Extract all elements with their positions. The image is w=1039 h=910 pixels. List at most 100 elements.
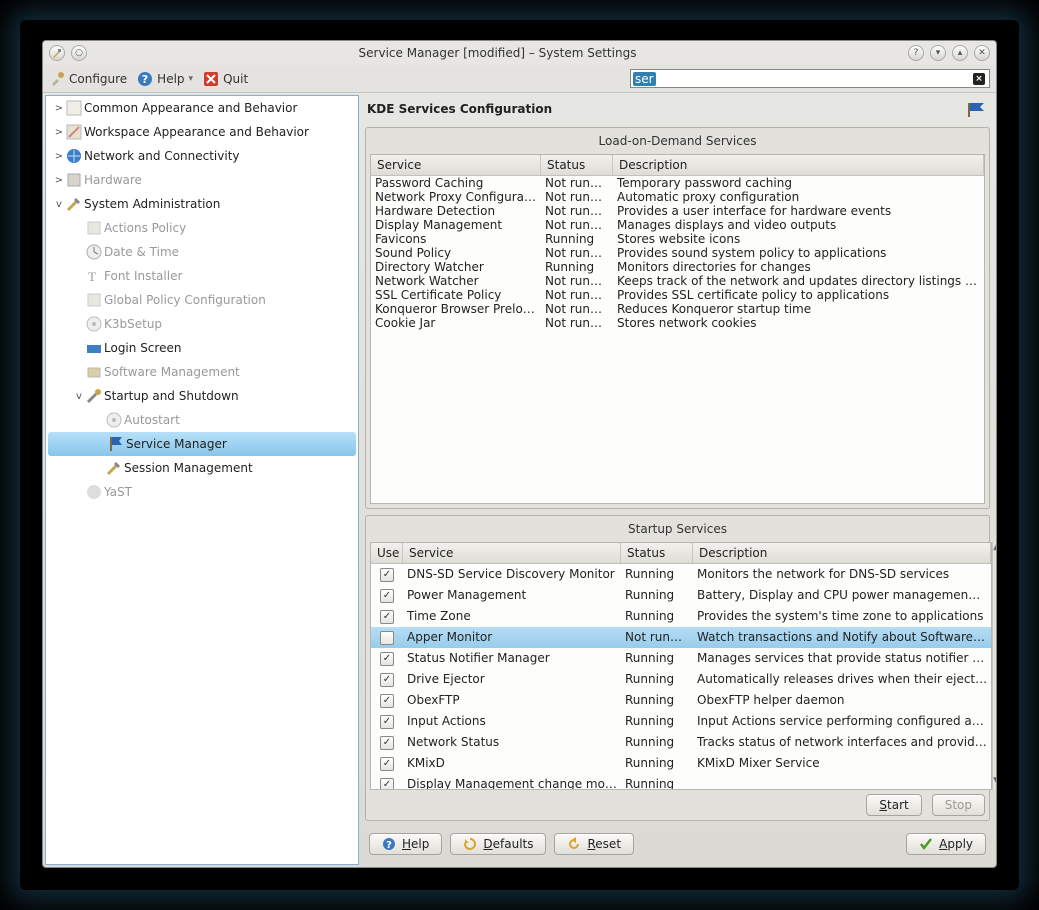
- startup-icon: [84, 386, 104, 406]
- table-row[interactable]: Network Proxy ConfigurationNot runningAu…: [371, 190, 984, 204]
- table-row[interactable]: FaviconsRunningStores website icons: [371, 232, 984, 246]
- use-checkbox[interactable]: ✓: [380, 694, 394, 708]
- table-row[interactable]: Display ManagementNot runningManages dis…: [371, 218, 984, 232]
- tree-item[interactable]: >Hardware: [46, 168, 358, 192]
- window-sticky-icon[interactable]: ○: [71, 45, 87, 61]
- help-button[interactable]: ? Help ▾: [137, 71, 193, 87]
- use-checkbox[interactable]: ✓: [380, 673, 394, 687]
- tree-label: K3bSetup: [104, 317, 162, 331]
- col-desc[interactable]: Description: [693, 543, 991, 563]
- tree-item[interactable]: Session Management: [46, 456, 358, 480]
- table-row[interactable]: ✓Display Management change monitorRunnin…: [371, 774, 991, 789]
- startup-services-group: Startup Services Use Service Status Desc…: [365, 515, 990, 821]
- table-row[interactable]: ✓KMixDRunningKMixD Mixer Service: [371, 753, 991, 774]
- table-row[interactable]: ✓Network StatusRunningTracks status of n…: [371, 732, 991, 753]
- use-checkbox[interactable]: ✓: [380, 589, 394, 603]
- session-icon: [104, 458, 124, 478]
- tree-item[interactable]: vStartup and Shutdown: [46, 384, 358, 408]
- start-button[interactable]: Start: [866, 794, 921, 816]
- maximize-icon[interactable]: ▴: [952, 45, 968, 61]
- use-checkbox[interactable]: ✓: [380, 736, 394, 750]
- expander-icon[interactable]: v: [74, 391, 84, 402]
- tree-item[interactable]: Login Screen: [46, 336, 358, 360]
- defaults-button[interactable]: Defaults: [450, 833, 546, 855]
- tree-item[interactable]: TFont Installer: [46, 264, 358, 288]
- expander-icon[interactable]: >: [54, 151, 64, 162]
- autostart-icon: [104, 410, 124, 430]
- table-row[interactable]: ✓Drive EjectorRunningAutomatically relea…: [371, 669, 991, 690]
- configure-button[interactable]: Configure: [49, 71, 127, 87]
- table-row[interactable]: ✓DNS-SD Service Discovery MonitorRunning…: [371, 564, 991, 585]
- refresh-icon: [463, 837, 477, 851]
- lod-table[interactable]: Service Status Description Password Cach…: [370, 154, 985, 504]
- reset-button[interactable]: Reset: [554, 833, 634, 855]
- tree-item[interactable]: >Workspace Appearance and Behavior: [46, 120, 358, 144]
- use-checkbox[interactable]: ✓: [380, 652, 394, 666]
- search-input[interactable]: ser ×: [630, 69, 990, 88]
- use-checkbox[interactable]: ✓: [380, 778, 394, 790]
- tree-item[interactable]: Software Management: [46, 360, 358, 384]
- tree-item[interactable]: Autostart: [46, 408, 358, 432]
- tree-item[interactable]: YaST: [46, 480, 358, 504]
- table-row[interactable]: ✓Input ActionsRunningInput Actions servi…: [371, 711, 991, 732]
- table-row[interactable]: ✓Status Notifier ManagerRunningManages s…: [371, 648, 991, 669]
- table-row[interactable]: Directory WatcherRunningMonitors directo…: [371, 260, 984, 274]
- col-service[interactable]: Service: [403, 543, 621, 563]
- expander-icon[interactable]: >: [54, 103, 64, 114]
- clear-search-icon[interactable]: ×: [973, 73, 985, 85]
- use-checkbox[interactable]: ✓: [380, 757, 394, 771]
- use-checkbox[interactable]: [380, 631, 394, 645]
- col-use[interactable]: Use: [371, 543, 403, 563]
- table-row[interactable]: Konqueror Browser PreloaderNot runningRe…: [371, 302, 984, 316]
- table-row[interactable]: ✓Time ZoneRunningProvides the system's t…: [371, 606, 991, 627]
- apply-button[interactable]: Apply: [906, 833, 986, 855]
- category-tree[interactable]: >Common Appearance and Behavior>Workspac…: [45, 95, 359, 865]
- tree-item[interactable]: Actions Policy: [46, 216, 358, 240]
- tree-item[interactable]: K3bSetup: [46, 312, 358, 336]
- tree-item[interactable]: vSystem Administration: [46, 192, 358, 216]
- content-panel: KDE Services Configuration Load-on-Deman…: [361, 93, 996, 867]
- software-icon: [84, 362, 104, 382]
- help-window-icon[interactable]: ?: [908, 45, 924, 61]
- system-icon: [64, 194, 84, 214]
- stop-button[interactable]: Stop: [932, 794, 985, 816]
- scrollbar[interactable]: ▲ ▼: [992, 542, 997, 790]
- tree-item[interactable]: Service Manager: [48, 432, 356, 456]
- help-footer-button[interactable]: ? Help: [369, 833, 442, 855]
- tree-label: Global Policy Configuration: [104, 293, 266, 307]
- use-checkbox[interactable]: ✓: [380, 610, 394, 624]
- quit-label: Quit: [223, 72, 248, 86]
- minimize-icon[interactable]: ▾: [930, 45, 946, 61]
- startup-table[interactable]: Use Service Status Description ✓DNS-SD S…: [370, 542, 992, 790]
- appearance-icon: [64, 98, 84, 118]
- col-service[interactable]: Service: [371, 155, 541, 175]
- table-row[interactable]: ✓ObexFTPRunningObexFTP helper daemon: [371, 690, 991, 711]
- col-status[interactable]: Status: [621, 543, 693, 563]
- quit-button[interactable]: Quit: [203, 71, 248, 87]
- col-desc[interactable]: Description: [613, 155, 984, 175]
- expander-icon[interactable]: >: [54, 175, 64, 186]
- use-checkbox[interactable]: ✓: [380, 715, 394, 729]
- scroll-up-icon[interactable]: ▲: [993, 542, 997, 556]
- use-checkbox[interactable]: ✓: [380, 568, 394, 582]
- table-row[interactable]: Apper MonitorNot runningWatch transactio…: [371, 627, 991, 648]
- tree-item[interactable]: Date & Time: [46, 240, 358, 264]
- table-row[interactable]: ✓Power ManagementRunningBattery, Display…: [371, 585, 991, 606]
- tree-item[interactable]: >Network and Connectivity: [46, 144, 358, 168]
- table-row[interactable]: Sound PolicyNot runningProvides sound sy…: [371, 246, 984, 260]
- table-row[interactable]: Network WatcherNot runningKeeps track of…: [371, 274, 984, 288]
- table-row[interactable]: Cookie JarNot runningStores network cook…: [371, 316, 984, 330]
- tree-label: YaST: [104, 485, 132, 499]
- col-status[interactable]: Status: [541, 155, 613, 175]
- search-text: ser: [633, 72, 656, 86]
- tree-item[interactable]: Global Policy Configuration: [46, 288, 358, 312]
- table-row[interactable]: Password CachingNot runningTemporary pas…: [371, 176, 984, 190]
- window-config-icon[interactable]: [49, 45, 65, 61]
- table-row[interactable]: SSL Certificate PolicyNot runningProvide…: [371, 288, 984, 302]
- close-icon[interactable]: ✕: [974, 45, 990, 61]
- scroll-down-icon[interactable]: ▼: [993, 776, 997, 790]
- expander-icon[interactable]: >: [54, 127, 64, 138]
- table-row[interactable]: Hardware DetectionNot runningProvides a …: [371, 204, 984, 218]
- expander-icon[interactable]: v: [54, 199, 64, 210]
- tree-item[interactable]: >Common Appearance and Behavior: [46, 96, 358, 120]
